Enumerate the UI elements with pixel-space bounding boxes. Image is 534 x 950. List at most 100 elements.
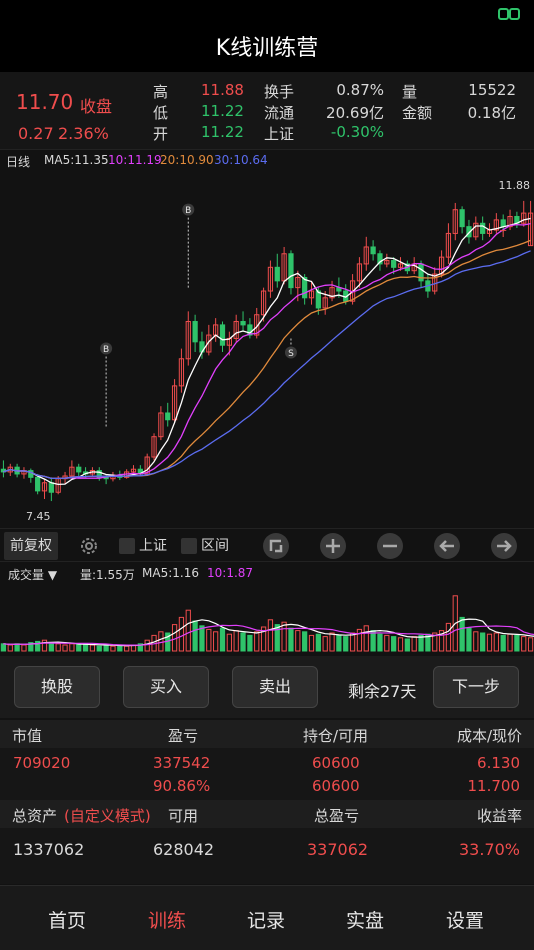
volume-bar (178, 616, 185, 652)
return-rate-header: 收益率 (476, 807, 522, 825)
tab-live[interactable]: 实盘 (346, 906, 384, 933)
nav-bar: K线训练营 (0, 0, 534, 72)
volume-bar (302, 631, 308, 652)
volume-bar (288, 627, 294, 652)
volume-dropdown[interactable]: 成交量 ▼ (8, 566, 57, 583)
turnover-label: 换手 (264, 83, 295, 101)
range-toggle-label[interactable]: 区间 (201, 532, 229, 560)
volume-bar (233, 630, 239, 652)
trade-marker: T (499, 229, 507, 240)
market-value-header: 市值 (12, 727, 43, 745)
next-step-button[interactable]: 下一步 (433, 666, 519, 708)
volume-bar (500, 634, 506, 652)
ma10-value: 10:11.19 (108, 153, 162, 167)
ma-legend: 日线 MA5:11.35 10:11.19 20:10.90 30:10.64 (0, 150, 534, 172)
index-value: -0.30% (330, 123, 384, 141)
float-label: 流通 (264, 104, 295, 122)
volume-bar (377, 633, 383, 652)
tab-settings[interactable]: 设置 (446, 906, 484, 933)
min-price-label: 7.45 (26, 510, 51, 523)
total-pnl-header: 总盈亏 (314, 807, 360, 825)
volume-bar (397, 637, 404, 652)
sell-button[interactable]: 卖出 (232, 666, 318, 708)
switch-stock-button[interactable]: 换股 (14, 666, 100, 708)
volume-bar (55, 643, 61, 652)
tab-bar: 首页 训练 记录 实盘 设置 (0, 885, 534, 950)
volume-bar (473, 631, 479, 652)
candle-body (288, 253, 294, 289)
zoom-out-icon[interactable] (377, 533, 403, 559)
volume-ma10: 10:1.87 (207, 566, 254, 580)
volume-ma5: MA5:1.16 (142, 566, 199, 580)
volume-bar (76, 644, 82, 652)
volume-bar (404, 638, 410, 652)
pnl-pct: 90.86% (153, 777, 211, 795)
volume-bar (480, 632, 486, 652)
volume-bar (336, 634, 342, 652)
trade-actions: 换股 买入 卖出 剩余27天 下一步 (0, 656, 534, 718)
fullscreen-icon[interactable] (263, 533, 289, 559)
candle-body (192, 321, 198, 343)
tab-training[interactable]: 训练 (148, 906, 186, 933)
volume-bar (89, 644, 96, 652)
index-checkbox[interactable] (119, 538, 135, 554)
volume-bar (213, 631, 219, 652)
period-label: 日线 (6, 155, 31, 169)
max-price-label: 11.88 (499, 179, 531, 192)
zoom-in-icon[interactable] (320, 533, 346, 559)
volume-bar (240, 632, 246, 652)
low-label: 低 (153, 104, 169, 122)
volume-bar (254, 631, 260, 652)
position-row: 709020 337542 90.86% 60600 60600 6.130 1… (0, 748, 534, 800)
arrow-right-icon[interactable] (491, 533, 517, 559)
volume-legend: 成交量 ▼ 量:1.55万 MA5:1.16 10:1.87 (0, 563, 534, 585)
pnl-value: 337542 (153, 754, 211, 772)
volume-bar (493, 632, 499, 652)
volume-bar (349, 632, 356, 652)
position-header: 市值 盈亏 持仓/可用 成本/现价 (0, 720, 534, 748)
account-row: 1337062 628042 337062 33.70% (0, 828, 534, 884)
volume-bar (124, 645, 130, 652)
return-rate: 33.70% (458, 840, 520, 859)
candle-body (165, 412, 171, 421)
avail-qty: 60600 (312, 777, 360, 795)
index-toggle-label[interactable]: 上证 (139, 532, 167, 560)
arrow-left-icon[interactable] (434, 533, 460, 559)
volume-bar (267, 619, 274, 652)
adjust-button[interactable]: 前复权 (4, 532, 58, 560)
volume-bar (158, 631, 164, 652)
candle-body (35, 476, 41, 492)
volume-bar (199, 625, 205, 652)
buy-button[interactable]: 买入 (123, 666, 209, 708)
page-title: K线训练营 (215, 36, 319, 61)
total-assets-header: 总资产 (12, 807, 58, 825)
candlestick-chart[interactable]: 11.88 7.45 B B S T (0, 172, 534, 528)
volume-bar (308, 634, 315, 652)
amount-value: 0.18亿 (467, 104, 516, 122)
candle-body (219, 324, 226, 346)
volume-bar (295, 630, 301, 652)
link-icon[interactable] (498, 7, 520, 21)
tab-home[interactable]: 首页 (48, 906, 86, 933)
low-value: 11.22 (201, 102, 244, 120)
volume-bar (226, 633, 232, 652)
ma30-value: 30:10.64 (214, 153, 268, 167)
close-price: 11.70 (16, 90, 74, 114)
mode-label[interactable]: (自定义模式) (64, 805, 151, 826)
volume-bar (384, 634, 390, 652)
total-pnl: 337062 (307, 840, 369, 859)
gear-icon[interactable] (78, 535, 100, 557)
cost-header: 成本/现价 (456, 727, 522, 745)
range-checkbox[interactable] (181, 538, 197, 554)
quote-panel: 11.70 收盘 0.27 2.36% 高 11.88 低 11.22 开 11… (0, 72, 534, 150)
candle-body (315, 290, 321, 309)
candle-body (48, 482, 54, 493)
ma5-line (3, 217, 531, 486)
price-change-pct: 2.36% (58, 124, 109, 143)
tab-records[interactable]: 记录 (247, 906, 285, 933)
volume-bar (418, 634, 424, 652)
volume-bar (466, 627, 472, 652)
volume-bar (247, 634, 253, 652)
candle-body (459, 209, 465, 228)
volume-bar (96, 645, 102, 652)
